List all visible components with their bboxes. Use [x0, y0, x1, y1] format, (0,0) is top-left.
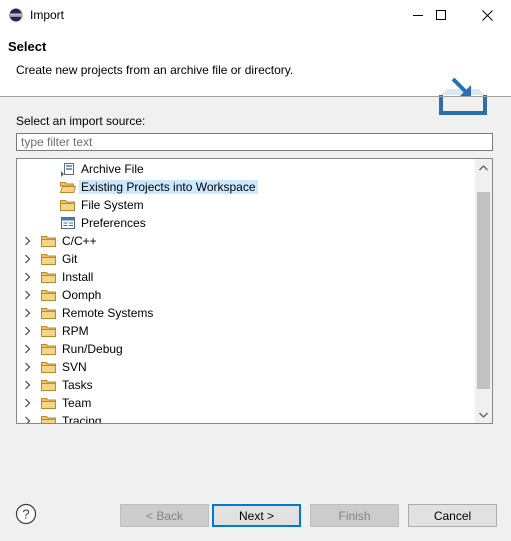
- scrollbar-thumb[interactable]: [477, 192, 490, 389]
- finish-button[interactable]: Finish: [310, 504, 399, 527]
- chevron-right-icon[interactable]: [23, 397, 33, 409]
- chevron-right-icon[interactable]: [23, 361, 33, 373]
- folder-icon: [41, 342, 57, 356]
- tree-item-label: Run/Debug: [62, 342, 123, 356]
- tree-item[interactable]: C/C++: [17, 232, 475, 250]
- folder-icon: [41, 360, 57, 374]
- back-button[interactable]: < Back: [120, 504, 209, 527]
- folder-icon: [41, 324, 57, 338]
- folder-icon: [41, 288, 57, 302]
- tree-item[interactable]: Install: [17, 268, 475, 286]
- tree-item[interactable]: Preferences: [17, 214, 475, 232]
- tree-item-label: Archive File: [81, 162, 144, 176]
- scroll-up-button[interactable]: [475, 159, 492, 176]
- folder-icon: [41, 252, 57, 266]
- tree-item-label: Tracing: [62, 414, 102, 424]
- chevron-right-icon[interactable]: [23, 271, 33, 283]
- tree-item-label: Oomph: [62, 288, 102, 302]
- tree-item[interactable]: Remote Systems: [17, 304, 475, 322]
- import-source-tree[interactable]: Archive File Existing Projects into Works…: [16, 158, 493, 424]
- chevron-down-icon: [479, 412, 488, 418]
- title-bar: Import: [0, 0, 511, 30]
- folder-icon: [41, 234, 57, 248]
- chevron-right-icon[interactable]: [23, 379, 33, 391]
- open-folder-icon: [59, 180, 77, 194]
- close-icon: [481, 9, 493, 21]
- tree-item[interactable]: Archive File: [17, 160, 475, 178]
- tree-item[interactable]: Tasks: [17, 376, 475, 394]
- chevron-up-icon: [479, 164, 488, 170]
- archive-file-icon: [60, 162, 76, 177]
- preferences-icon: [60, 216, 76, 230]
- tree-item-label: RPM: [62, 324, 89, 338]
- folder-icon: [41, 270, 57, 284]
- header-separator: [0, 96, 511, 97]
- chevron-right-icon[interactable]: [23, 343, 33, 355]
- page-description: Create new projects from an archive file…: [16, 63, 294, 77]
- eclipse-icon: [9, 8, 23, 22]
- tree-item-label: C/C++: [62, 234, 97, 248]
- next-button[interactable]: Next >: [212, 504, 301, 527]
- chevron-right-icon[interactable]: [23, 289, 33, 301]
- page-title: Select: [8, 39, 47, 54]
- tree-item-label: Git: [62, 252, 78, 266]
- tree-item-label: Preferences: [81, 216, 146, 230]
- scroll-down-button[interactable]: [475, 406, 492, 423]
- chevron-right-icon[interactable]: [23, 325, 33, 337]
- folder-icon: [41, 396, 57, 410]
- wizard-header: Select Create new projects from an archi…: [0, 30, 511, 115]
- tree-item[interactable]: File System: [17, 196, 475, 214]
- import-source-label: Select an import source:: [16, 114, 146, 128]
- help-icon[interactable]: ?: [15, 503, 37, 525]
- chevron-right-icon[interactable]: [23, 307, 33, 319]
- cancel-button[interactable]: Cancel: [408, 504, 497, 527]
- tree-item[interactable]: SVN: [17, 358, 475, 376]
- chevron-right-icon[interactable]: [23, 253, 33, 265]
- tree-rows: Archive File Existing Projects into Works…: [17, 160, 475, 424]
- folder-icon: [60, 198, 76, 212]
- tree-item[interactable]: Run/Debug: [17, 340, 475, 358]
- tree-item-label: Remote Systems: [62, 306, 154, 320]
- maximize-icon: [436, 10, 446, 20]
- chevron-right-icon[interactable]: [23, 235, 33, 247]
- filter-input[interactable]: [16, 133, 493, 151]
- tree-item[interactable]: Existing Projects into Workspace: [17, 178, 475, 196]
- folder-icon: [41, 414, 57, 423]
- tree-item-label: Tasks: [62, 378, 93, 392]
- tree-item[interactable]: Tracing: [17, 412, 475, 424]
- tree-item[interactable]: Team: [17, 394, 475, 412]
- chevron-right-icon[interactable]: [23, 415, 33, 423]
- svg-text:?: ?: [22, 507, 29, 522]
- close-button[interactable]: [464, 0, 510, 30]
- tree-item-label: Team: [62, 396, 92, 410]
- window-title: Import: [30, 8, 65, 22]
- vertical-scrollbar[interactable]: [475, 159, 492, 423]
- tree-item-label: Existing Projects into Workspace: [79, 180, 258, 194]
- tree-item-label: Install: [62, 270, 94, 284]
- tree-item-label: SVN: [62, 360, 87, 374]
- tree-item[interactable]: Oomph: [17, 286, 475, 304]
- tree-item-label: File System: [81, 198, 144, 212]
- folder-icon: [41, 306, 57, 320]
- tree-item[interactable]: RPM: [17, 322, 475, 340]
- folder-icon: [41, 378, 57, 392]
- maximize-button[interactable]: [418, 0, 464, 30]
- tree-item[interactable]: Git: [17, 250, 475, 268]
